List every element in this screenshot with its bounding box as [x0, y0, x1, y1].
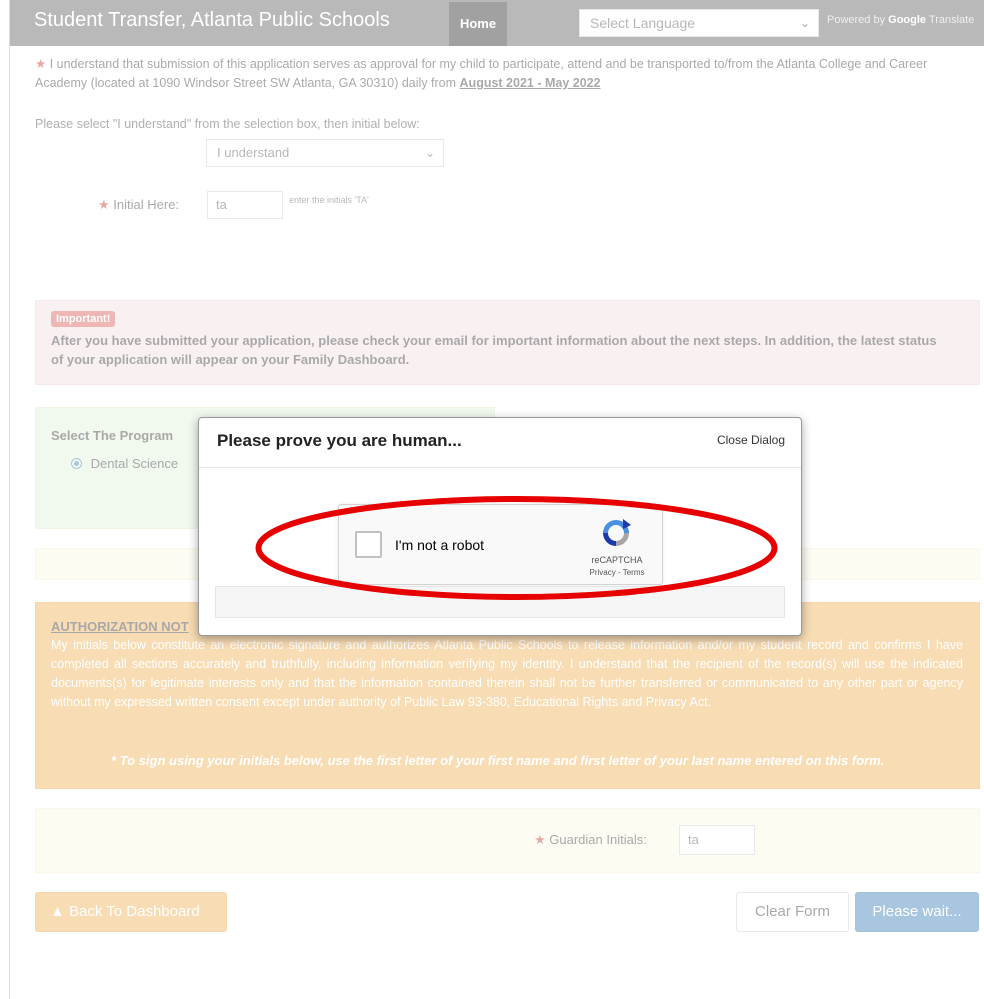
- understand-select-value: I understand: [217, 145, 290, 160]
- dialog-footer: [215, 586, 785, 618]
- recaptcha-checkbox[interactable]: [355, 531, 382, 558]
- top-navbar: Student Transfer, Atlanta Public Schools…: [9, 0, 984, 46]
- important-badge: Important!: [51, 311, 116, 327]
- chevron-down-icon: ⌄: [424, 146, 435, 160]
- dialog-divider: [199, 467, 801, 468]
- back-to-dashboard-label: Back To Dashboard: [69, 903, 200, 920]
- chevron-up-icon: ▲: [50, 903, 65, 920]
- agreement-text: ★ I understand that submission of this a…: [35, 55, 975, 93]
- close-dialog-link[interactable]: Close Dialog: [717, 433, 785, 447]
- powered-by-label: Powered by: [827, 14, 886, 26]
- back-to-dashboard-button[interactable]: ▲ Back To Dashboard: [35, 892, 227, 932]
- recaptcha-logo-icon: [603, 519, 631, 546]
- recaptcha-label: I'm not a robot: [395, 537, 485, 553]
- guardian-initials-label: ★ Guardian Initials:: [534, 832, 647, 848]
- dialog-title: Please prove you are human...: [217, 431, 462, 450]
- google-logo: Google: [888, 14, 927, 26]
- radio-selected-icon[interactable]: [71, 458, 82, 469]
- program-option-dental-science[interactable]: Dental Science: [71, 456, 178, 471]
- tab-home[interactable]: Home: [449, 2, 507, 46]
- chevron-down-icon: ⌄: [799, 16, 810, 30]
- recaptcha-brand: reCAPTCHA: [591, 555, 643, 565]
- initial-here-label: ★ Initial Here:: [98, 197, 179, 213]
- clear-form-button[interactable]: Clear Form: [736, 892, 849, 932]
- required-star-icon: ★: [534, 832, 546, 847]
- authorization-title: AUTHORIZATION NOT: [51, 619, 189, 634]
- authorization-text: My initials below constitute an electron…: [51, 638, 963, 709]
- initial-hint: enter the initials 'TA': [289, 195, 369, 205]
- recaptcha-widget: I'm not a robot reCAPTCHA Privacy - Term…: [338, 504, 663, 585]
- recaptcha-privacy-terms[interactable]: Privacy - Terms: [587, 568, 647, 577]
- guardian-initials-text: Guardian Initials:: [549, 832, 647, 847]
- site-title[interactable]: Student Transfer, Atlanta Public Schools: [34, 9, 390, 32]
- select-prompt: Please select "I understand" from the se…: [35, 117, 420, 131]
- required-star-icon: ★: [98, 197, 110, 212]
- submit-button[interactable]: Please wait...: [855, 892, 979, 932]
- left-edge: [0, 0, 10, 999]
- program-option-label: Dental Science: [90, 456, 179, 471]
- authorization-note: * To sign using your initials below, use…: [111, 753, 885, 768]
- translate-label: Translate: [928, 14, 975, 26]
- agreement-dates: August 2021 - May 2022: [459, 76, 601, 90]
- program-title: Select The Program: [51, 428, 174, 443]
- required-star-icon: ★: [35, 57, 47, 71]
- language-select-value: Select Language: [590, 15, 696, 31]
- powered-by-google-translate: Powered by Google Translate: [827, 14, 974, 26]
- initial-input[interactable]: ta: [207, 191, 283, 219]
- guardian-initials-input[interactable]: ta: [679, 825, 755, 855]
- initial-here-text: Initial Here:: [113, 197, 180, 212]
- language-select[interactable]: Select Language ⌄: [579, 9, 819, 37]
- captcha-dialog: Please prove you are human... Close Dial…: [198, 417, 802, 636]
- important-text: After you have submitted your applicatio…: [51, 333, 937, 367]
- important-alert: Important! After you have submitted your…: [35, 300, 980, 385]
- understand-select[interactable]: I understand ⌄: [206, 139, 444, 167]
- guardian-panel: [35, 808, 980, 873]
